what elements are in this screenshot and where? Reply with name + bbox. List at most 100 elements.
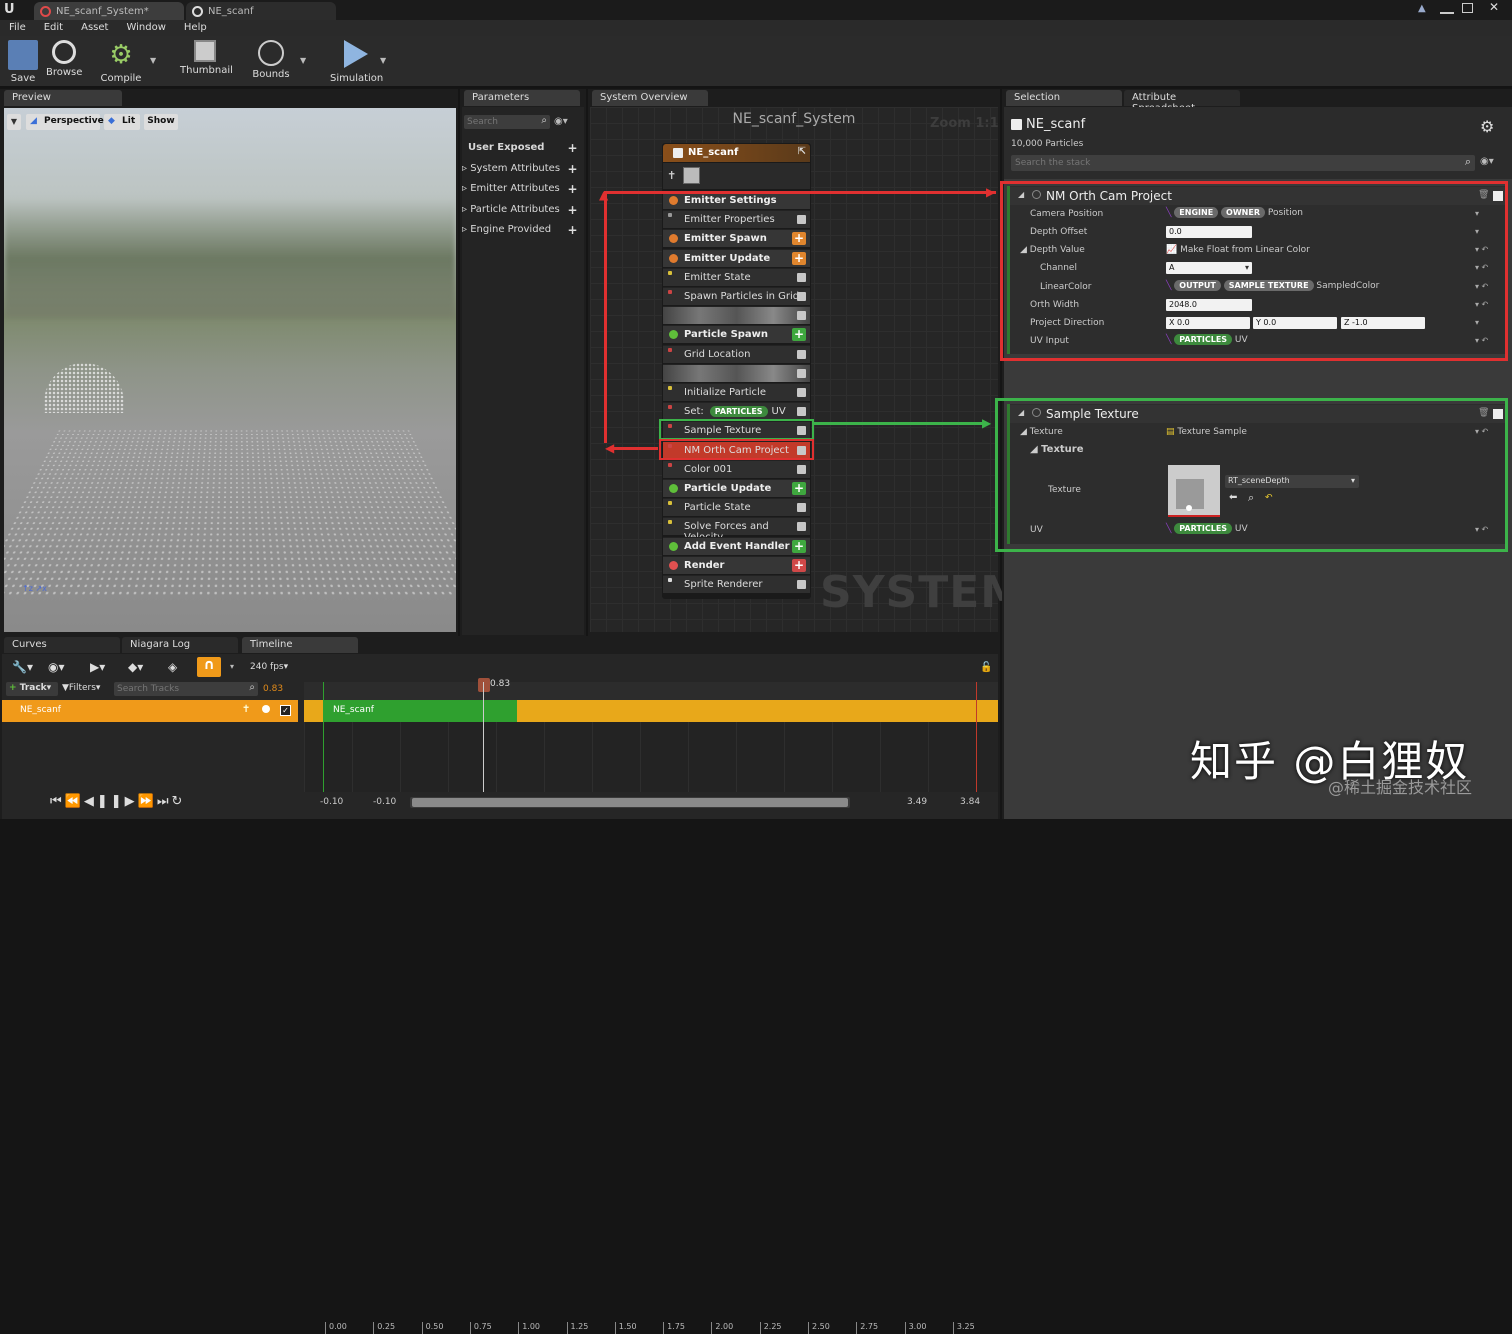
wrench-icon[interactable]: 🔧▾ bbox=[12, 660, 33, 674]
pin-icon[interactable]: ✝ bbox=[667, 169, 676, 182]
module-enable-checkbox[interactable] bbox=[797, 292, 806, 301]
browse-button[interactable]: Browse bbox=[46, 40, 82, 78]
show-button[interactable]: Show bbox=[144, 114, 178, 130]
add-module-icon[interactable]: + bbox=[792, 559, 806, 572]
node-stack-item[interactable]: Particle Spawn + bbox=[663, 325, 810, 343]
menu-window[interactable]: Window bbox=[117, 20, 174, 36]
add-emitter-attributes-icon[interactable]: + bbox=[567, 184, 578, 195]
eye-icon[interactable]: ◉▾ bbox=[554, 116, 568, 127]
lit-button[interactable]: ◆ Lit bbox=[104, 114, 140, 130]
module-enable-checkbox[interactable] bbox=[797, 465, 806, 474]
stack-search-input[interactable]: ⌕ bbox=[1011, 155, 1475, 171]
bounds-dropdown-icon[interactable]: ▼ bbox=[300, 56, 306, 65]
node-stack-item[interactable]: Emitter Properties bbox=[663, 210, 810, 228]
module-enable-checkbox[interactable] bbox=[797, 407, 806, 416]
node-stack-item[interactable]: Particle State bbox=[663, 498, 810, 516]
node-stack-item[interactable]: Emitter Update + bbox=[663, 249, 810, 267]
simulation-button[interactable]: Simulation bbox=[330, 40, 382, 84]
menu-edit[interactable]: Edit bbox=[35, 20, 72, 36]
time-ruler[interactable] bbox=[304, 682, 998, 700]
auto-key-icon[interactable]: ◈ bbox=[168, 660, 177, 674]
add-particle-attributes-icon[interactable]: + bbox=[567, 205, 578, 216]
stack-filter-eye-icon[interactable]: ◉▾ bbox=[1480, 156, 1494, 167]
param-engine-provided[interactable]: ▹ Engine Provided bbox=[462, 224, 551, 235]
playhead-handle[interactable] bbox=[478, 678, 490, 692]
pin-icon[interactable]: ✝ bbox=[242, 704, 250, 715]
compile-dropdown-icon[interactable]: ▼ bbox=[150, 56, 156, 65]
emitter-bar[interactable]: NE_scanf bbox=[323, 700, 517, 722]
add-module-icon[interactable]: + bbox=[792, 252, 806, 265]
snap-dropdown-icon[interactable]: ▾ bbox=[230, 662, 234, 671]
minimize-icon[interactable] bbox=[1440, 2, 1454, 14]
module-enable-checkbox[interactable] bbox=[797, 388, 806, 397]
param-user-exposed[interactable]: User Exposed bbox=[468, 142, 544, 153]
node-stack-item[interactable]: Render + bbox=[663, 556, 810, 574]
transport-controls[interactable]: ⏮⏪◀❚❚▶⏩⏭↻ bbox=[50, 794, 185, 809]
node-stack-item[interactable]: Emitter Spawn + bbox=[663, 229, 810, 247]
node-stack-item[interactable] bbox=[663, 306, 810, 324]
module-enable-checkbox[interactable] bbox=[797, 215, 806, 224]
module-enable-checkbox[interactable] bbox=[797, 522, 806, 531]
preview-viewport[interactable]: ↑z ↗x bbox=[4, 108, 456, 632]
add-user-exposed-icon[interactable]: + bbox=[567, 143, 578, 154]
menu-help[interactable]: Help bbox=[175, 20, 216, 36]
parameters-search-input[interactable]: ⌕ bbox=[464, 115, 550, 129]
fps-select[interactable]: 240 fps▾ bbox=[250, 662, 288, 672]
param-emitter-attributes[interactable]: ▹ Emitter Attributes bbox=[462, 183, 560, 194]
add-track-button[interactable]: + Track▾ bbox=[6, 682, 58, 696]
tab-system-overview[interactable]: System Overview bbox=[592, 90, 708, 106]
close-icon[interactable]: ✕ bbox=[1484, 0, 1504, 14]
snap-magnet-icon[interactable]: ∩ bbox=[197, 657, 221, 677]
lock-icon[interactable]: 🔓 bbox=[980, 662, 992, 673]
eye-icon[interactable]: ◉▾ bbox=[48, 660, 65, 674]
view-range-start[interactable]: -0.10 bbox=[320, 797, 343, 807]
viewport-menu-button[interactable]: ▼ bbox=[7, 114, 21, 130]
tab-niagara-log[interactable]: Niagara Log bbox=[122, 637, 238, 653]
tab-system[interactable]: NE_scanf_System* bbox=[34, 2, 184, 20]
track-enabled-checkbox[interactable]: ✓ bbox=[280, 705, 291, 716]
track-row[interactable]: NE_scanf ✝ ✓ bbox=[2, 700, 298, 722]
node-stack-item[interactable] bbox=[663, 364, 810, 382]
node-stack-item[interactable]: Particle Update + bbox=[663, 479, 810, 497]
node-stack-item[interactable]: Initialize Particle bbox=[663, 383, 810, 401]
tab-emitter[interactable]: NE_scanf bbox=[186, 2, 336, 20]
search-tracks-field[interactable] bbox=[114, 682, 234, 696]
module-enable-checkbox[interactable] bbox=[797, 273, 806, 282]
maximize-icon[interactable] bbox=[1462, 3, 1473, 13]
param-system-attributes[interactable]: ▹ System Attributes bbox=[462, 163, 560, 174]
node-stack-item[interactable]: Emitter State bbox=[663, 268, 810, 286]
isolate-icon[interactable] bbox=[262, 705, 270, 713]
add-module-icon[interactable]: + bbox=[792, 328, 806, 341]
save-button[interactable]: Save bbox=[6, 40, 40, 84]
add-module-icon[interactable]: + bbox=[792, 540, 806, 553]
tab-preview[interactable]: Preview bbox=[4, 90, 122, 106]
module-enable-checkbox[interactable] bbox=[797, 369, 806, 378]
filters-button[interactable]: ▼Filters▾ bbox=[62, 683, 100, 693]
module-enable-checkbox[interactable] bbox=[797, 350, 806, 359]
menu-asset[interactable]: Asset bbox=[72, 20, 117, 36]
menu-file[interactable]: File bbox=[0, 20, 35, 36]
param-particle-attributes[interactable]: ▹ Particle Attributes bbox=[462, 204, 560, 215]
thumbnail-button[interactable]: Thumbnail bbox=[180, 40, 230, 76]
range-scrollbar[interactable] bbox=[410, 797, 850, 808]
module-enable-checkbox[interactable] bbox=[797, 503, 806, 512]
node-stack-item[interactable]: Color 001 bbox=[663, 460, 810, 478]
node-stack-item[interactable]: Grid Location bbox=[663, 345, 810, 363]
simulation-dropdown-icon[interactable]: ▼ bbox=[380, 56, 386, 65]
settings-gear-icon[interactable]: ⚙ bbox=[1480, 117, 1494, 136]
compile-button[interactable]: ⚙ Compile bbox=[100, 40, 142, 84]
working-range-start[interactable]: -0.10 bbox=[373, 797, 396, 807]
parameters-search-field[interactable] bbox=[464, 115, 534, 129]
tab-selection[interactable]: Selection bbox=[1006, 90, 1122, 106]
current-time-field[interactable]: 0.83 bbox=[263, 684, 283, 694]
add-engine-provided-icon[interactable]: + bbox=[567, 225, 578, 236]
node-stack-item[interactable]: Set: PARTICLES UV bbox=[663, 402, 810, 420]
module-enable-checkbox[interactable] bbox=[797, 311, 806, 320]
play-options-icon[interactable]: ▶▾ bbox=[90, 660, 105, 674]
emitter-enabled-checkbox[interactable] bbox=[1011, 119, 1022, 130]
node-stack-item[interactable]: Spawn Particles in Grid bbox=[663, 287, 810, 305]
key-icon[interactable]: ◆▾ bbox=[128, 660, 143, 674]
stack-search-field[interactable] bbox=[1011, 155, 1441, 171]
add-system-attributes-icon[interactable]: + bbox=[567, 164, 578, 175]
range-scrollbar-thumb[interactable] bbox=[412, 798, 848, 807]
